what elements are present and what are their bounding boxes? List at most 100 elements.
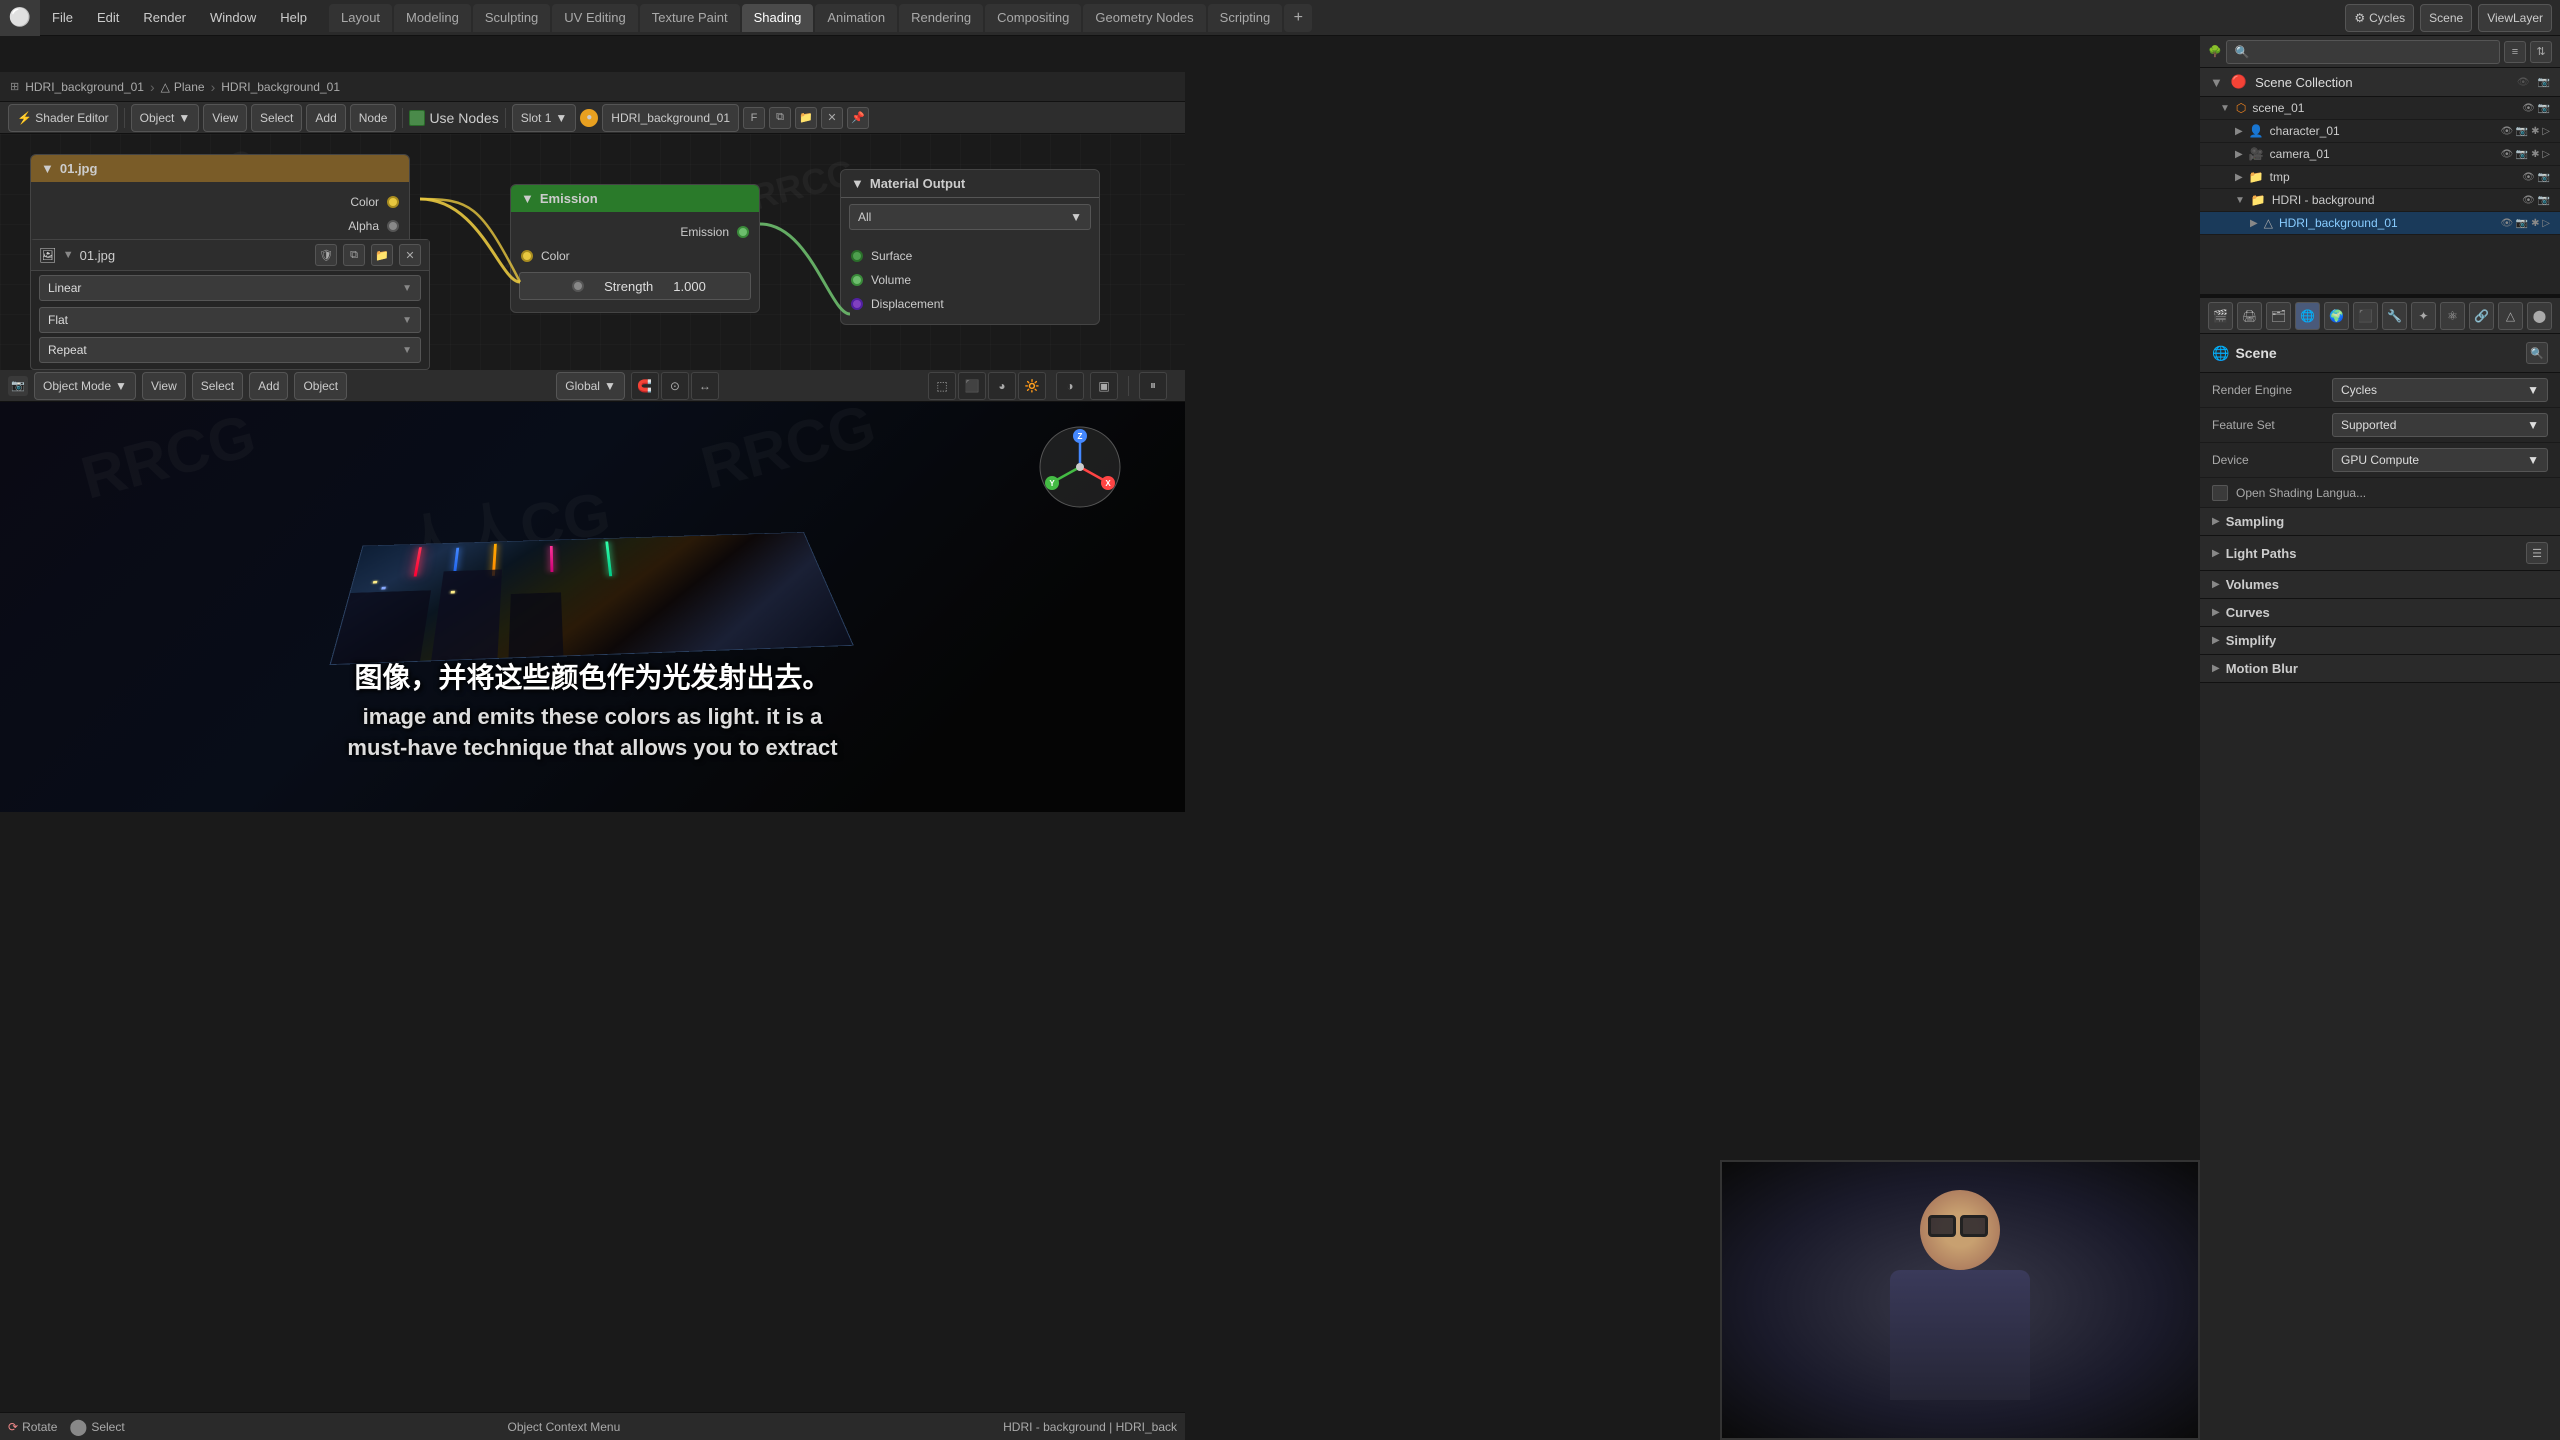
displacement-socket[interactable] xyxy=(851,298,863,310)
surface-socket[interactable] xyxy=(851,250,863,262)
copy-material-btn[interactable]: ⧉ xyxy=(769,107,791,129)
collection-item-character01[interactable]: ▶ 👤 character_01 👁 📷 ✱ ▷ xyxy=(2200,120,2560,143)
lookdev-btn[interactable]: ◕ xyxy=(988,372,1016,400)
output-icon-btn[interactable]: 🖨 xyxy=(2237,302,2262,330)
tab-compositing[interactable]: Compositing xyxy=(985,4,1081,32)
image-folder-btn[interactable]: 📁 xyxy=(371,244,393,266)
tab-rendering[interactable]: Rendering xyxy=(899,4,983,32)
image-shield-btn[interactable]: 🛡 xyxy=(315,244,337,266)
tab-animation[interactable]: Animation xyxy=(815,4,897,32)
rendered-btn[interactable]: 🔆 xyxy=(1018,372,1046,400)
viewport-view-btn[interactable]: View xyxy=(142,372,186,400)
tab-modeling[interactable]: Modeling xyxy=(394,4,471,32)
slot-selector[interactable]: Slot 1 ▼ xyxy=(512,104,577,132)
tab-geometry-nodes[interactable]: Geometry Nodes xyxy=(1083,4,1205,32)
material-output-node[interactable]: ▼ Material Output All ▼ Surface Volume xyxy=(840,169,1100,325)
pin-material-btn[interactable]: 📌 xyxy=(847,107,869,129)
volumes-section-header[interactable]: ▶ Volumes xyxy=(2200,571,2560,599)
node-menu-btn[interactable]: Node xyxy=(350,104,397,132)
physics-icon-btn[interactable]: ⚛ xyxy=(2440,302,2465,330)
tab-texture-paint[interactable]: Texture Paint xyxy=(640,4,740,32)
emission-color-in-socket[interactable] xyxy=(521,250,533,262)
color-out-socket[interactable] xyxy=(387,196,399,208)
breadcrumb-item-2[interactable]: △ Plane xyxy=(161,80,205,94)
tab-sculpting[interactable]: Sculpting xyxy=(473,4,550,32)
collection-item-tmp[interactable]: ▶ 📁 tmp 👁 📷 xyxy=(2200,166,2560,189)
device-dropdown[interactable]: GPU Compute ▼ xyxy=(2332,448,2548,472)
motion-blur-section-header[interactable]: ▶ Motion Blur xyxy=(2200,655,2560,683)
snap-btn[interactable]: 🧲 xyxy=(631,372,659,400)
image-texture-node[interactable]: ▼ 01.jpg Color Alpha xyxy=(30,154,410,247)
world-icon-btn[interactable]: 🌍 xyxy=(2324,302,2349,330)
tab-scripting[interactable]: Scripting xyxy=(1208,4,1283,32)
feature-set-dropdown[interactable]: Supported ▼ xyxy=(2332,413,2548,437)
image-copy-btn[interactable]: ⧉ xyxy=(343,244,365,266)
scene-search-btn[interactable]: 🔍 xyxy=(2526,342,2548,364)
outliner-search[interactable]: 🔍 xyxy=(2226,40,2500,64)
sampling-section-header[interactable]: ▶ Sampling xyxy=(2200,508,2560,536)
transform-btn[interactable]: ↔ xyxy=(691,372,719,400)
modifier-icon-btn[interactable]: 🔧 xyxy=(2382,302,2407,330)
breadcrumb-item-1[interactable]: HDRI_background_01 xyxy=(25,80,144,94)
collection-item-hdri-bg[interactable]: ▼ 📁 HDRI - background 👁 📷 xyxy=(2200,189,2560,212)
object-icon-btn[interactable]: ⬛ xyxy=(2353,302,2378,330)
emission-collapse-icon[interactable]: ▼ xyxy=(521,191,534,206)
viewport-object-btn[interactable]: Object xyxy=(294,372,347,400)
add-menu-btn[interactable]: Add xyxy=(306,104,345,132)
viewport-select-btn[interactable]: Select xyxy=(192,372,243,400)
constraints-icon-btn[interactable]: 🔗 xyxy=(2469,302,2494,330)
xray-btn[interactable]: ▣ xyxy=(1090,372,1118,400)
material-name-field[interactable]: HDRI_background_01 xyxy=(602,104,739,132)
emission-output-socket[interactable] xyxy=(737,226,749,238)
collection-item-camera01[interactable]: ▶ 🎥 camera_01 👁 📷 ✱ ▷ xyxy=(2200,143,2560,166)
navigation-gizmo[interactable]: Z X Y xyxy=(1035,422,1125,512)
particles-icon-btn[interactable]: ✦ xyxy=(2411,302,2436,330)
pause-btn[interactable]: ⏸ xyxy=(1139,372,1167,400)
tab-layout[interactable]: Layout xyxy=(329,4,392,32)
outliner-sort-btn[interactable]: ⇅ xyxy=(2530,41,2552,63)
breadcrumb-item-3[interactable]: HDRI_background_01 xyxy=(221,80,340,94)
object-mode-btn[interactable]: Object ▼ xyxy=(131,104,200,132)
select-menu-btn[interactable]: Select xyxy=(251,104,302,132)
viewport-add-btn[interactable]: Add xyxy=(249,372,288,400)
node-editor-canvas[interactable]: RRCG 人人CG RRCG ▼ 01.jpg Color Alpha 🖼 ▼ … xyxy=(0,134,1185,370)
lp-list-btn[interactable]: ☰ xyxy=(2526,542,2548,564)
collection-item-scene01[interactable]: ▼ ⬡ scene_01 👁 📷 xyxy=(2200,97,2560,120)
interpolation-dropdown[interactable]: Linear ▼ xyxy=(39,275,421,301)
simplify-section-header[interactable]: ▶ Simplify xyxy=(2200,627,2560,655)
engine-selector[interactable]: ⚙ Cycles xyxy=(2345,4,2414,32)
overlay-btn[interactable]: ◑ xyxy=(1056,372,1084,400)
alpha-out-socket[interactable] xyxy=(387,220,399,232)
target-dropdown[interactable]: All ▼ xyxy=(849,204,1091,230)
image-texture-collapse-icon[interactable]: ▼ xyxy=(41,161,54,176)
material-icon-btn[interactable]: ⬤ xyxy=(2527,302,2552,330)
extension-dropdown[interactable]: Repeat ▼ xyxy=(39,337,421,363)
render-engine-dropdown[interactable]: Cycles ▼ xyxy=(2332,378,2548,402)
scene-selector[interactable]: Scene xyxy=(2420,4,2472,32)
unlink-material-btn[interactable]: ✕ xyxy=(821,107,843,129)
tab-add-button[interactable]: + xyxy=(1284,4,1312,32)
menu-edit[interactable]: Edit xyxy=(85,0,131,36)
image-close-btn[interactable]: ✕ xyxy=(399,244,421,266)
menu-render[interactable]: Render xyxy=(131,0,198,36)
view-layer-icon-btn[interactable]: 🗂 xyxy=(2266,302,2291,330)
render-icon-btn[interactable]: 🎬 xyxy=(2208,302,2233,330)
light-paths-section-header[interactable]: ▶ Light Paths ☰ xyxy=(2200,536,2560,571)
wireframe-btn[interactable]: ⬚ xyxy=(928,372,956,400)
projection-dropdown[interactable]: Flat ▼ xyxy=(39,307,421,333)
volume-socket[interactable] xyxy=(851,274,863,286)
tab-uv-editing[interactable]: UV Editing xyxy=(552,4,637,32)
browse-material-btn[interactable]: 📁 xyxy=(795,107,817,129)
viewport-type-btn[interactable]: 📷 xyxy=(8,376,28,396)
menu-help[interactable]: Help xyxy=(268,0,319,36)
collection-item-hdri-bg01[interactable]: ▶ △ HDRI_background_01 👁 📷 ✱ ▷ xyxy=(2200,212,2560,235)
collection-arrow[interactable]: ▼ xyxy=(2210,75,2223,90)
coll-render[interactable]: 📷 xyxy=(2538,77,2550,88)
editor-type-btn[interactable]: ⚡ Shader Editor xyxy=(8,104,118,132)
solid-btn[interactable]: ⬛ xyxy=(958,372,986,400)
fake-user-btn[interactable]: F xyxy=(743,107,765,129)
data-icon-btn[interactable]: △ xyxy=(2498,302,2523,330)
use-nodes-checkbox[interactable] xyxy=(409,110,425,126)
open-shading-checkbox[interactable] xyxy=(2212,485,2228,501)
tab-shading[interactable]: Shading xyxy=(742,4,814,32)
